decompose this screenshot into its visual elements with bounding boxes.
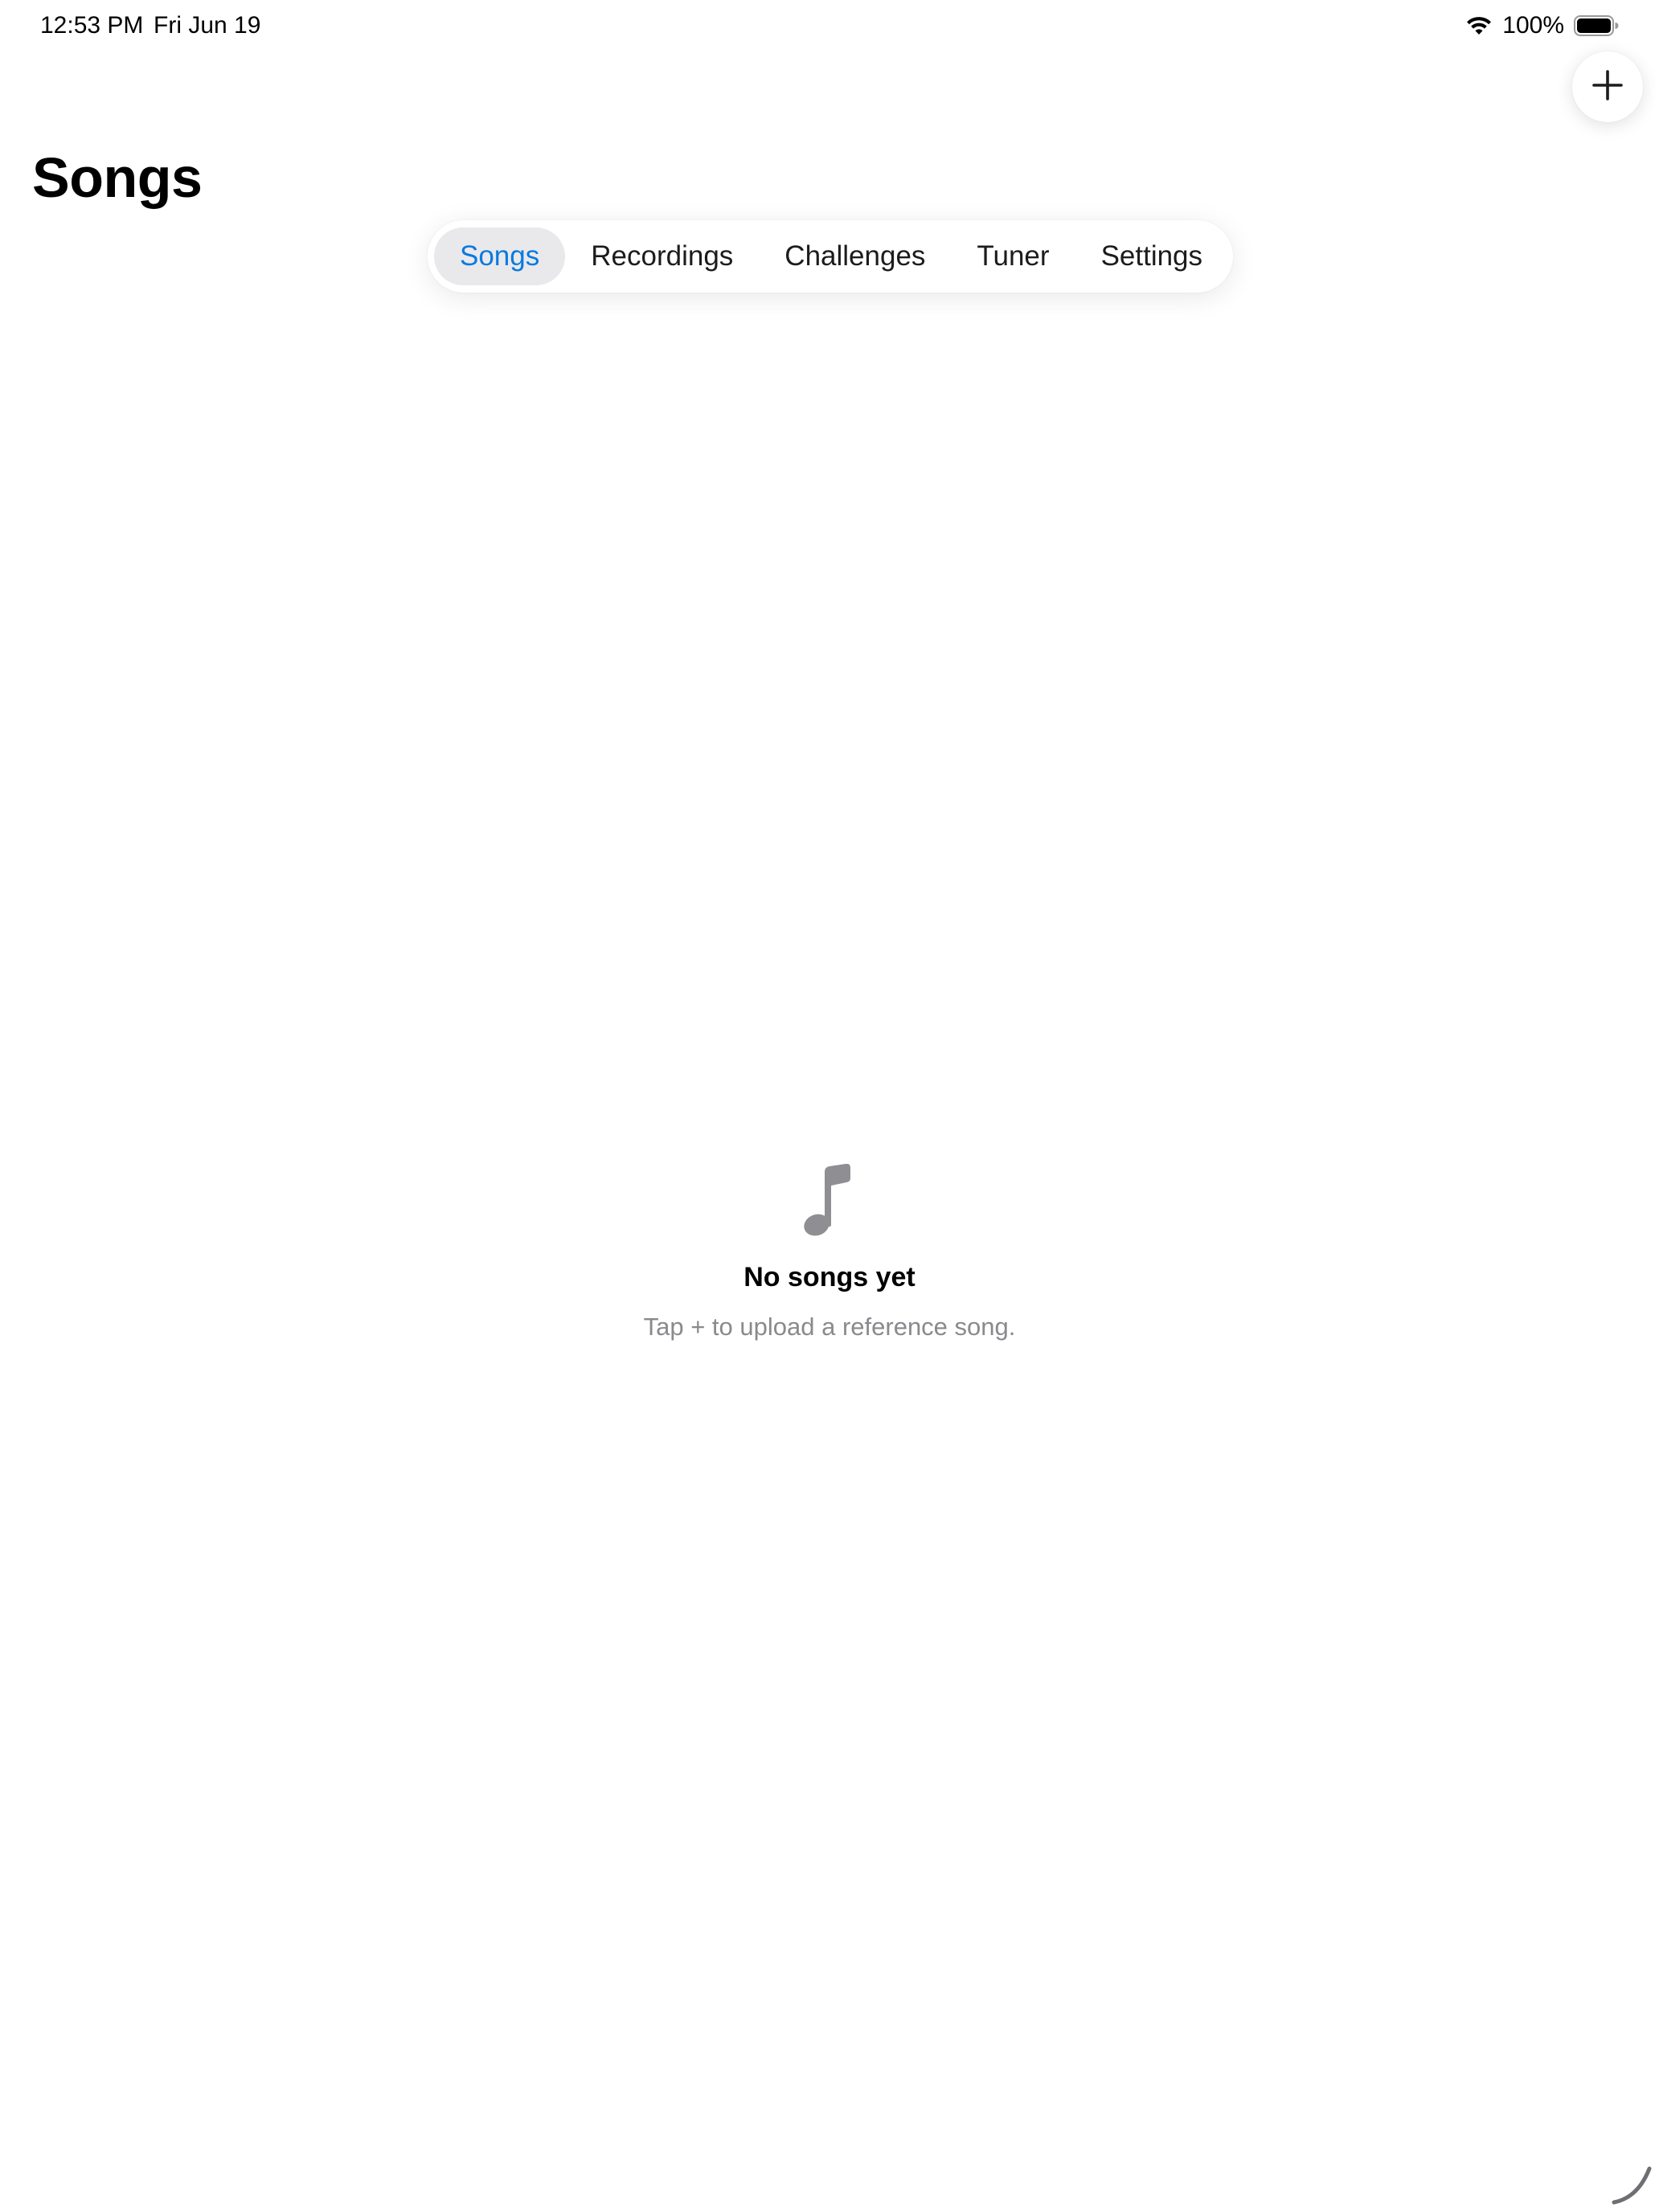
resize-handle-icon[interactable] [1609, 2162, 1654, 2207]
status-indicators: 100% [1465, 10, 1619, 42]
tab-songs[interactable]: Songs [434, 227, 566, 285]
battery-percentage: 100% [1502, 12, 1564, 39]
battery-icon [1574, 15, 1619, 36]
add-song-button[interactable] [1572, 51, 1643, 122]
empty-state-subtitle: Tap + to upload a reference song. [643, 1313, 1016, 1341]
empty-state-title: No songs yet [743, 1262, 916, 1292]
tab-challenges[interactable]: Challenges [759, 227, 951, 285]
wifi-icon [1465, 15, 1493, 36]
tab-bar: Songs Recordings Challenges Tuner Settin… [428, 220, 1233, 293]
tab-settings[interactable]: Settings [1075, 227, 1228, 285]
page-title: Songs [32, 146, 203, 209]
tab-recordings[interactable]: Recordings [565, 227, 759, 285]
tab-tuner[interactable]: Tuner [951, 227, 1075, 285]
status-time: 12:53 PM [40, 12, 144, 39]
status-date: Fri Jun 19 [154, 12, 261, 39]
plus-icon [1591, 69, 1624, 105]
music-note-icon [801, 1163, 855, 1239]
app-screen: 12:53 PM Fri Jun 19 100% Songs Songs Rec… [0, 0, 1659, 2212]
